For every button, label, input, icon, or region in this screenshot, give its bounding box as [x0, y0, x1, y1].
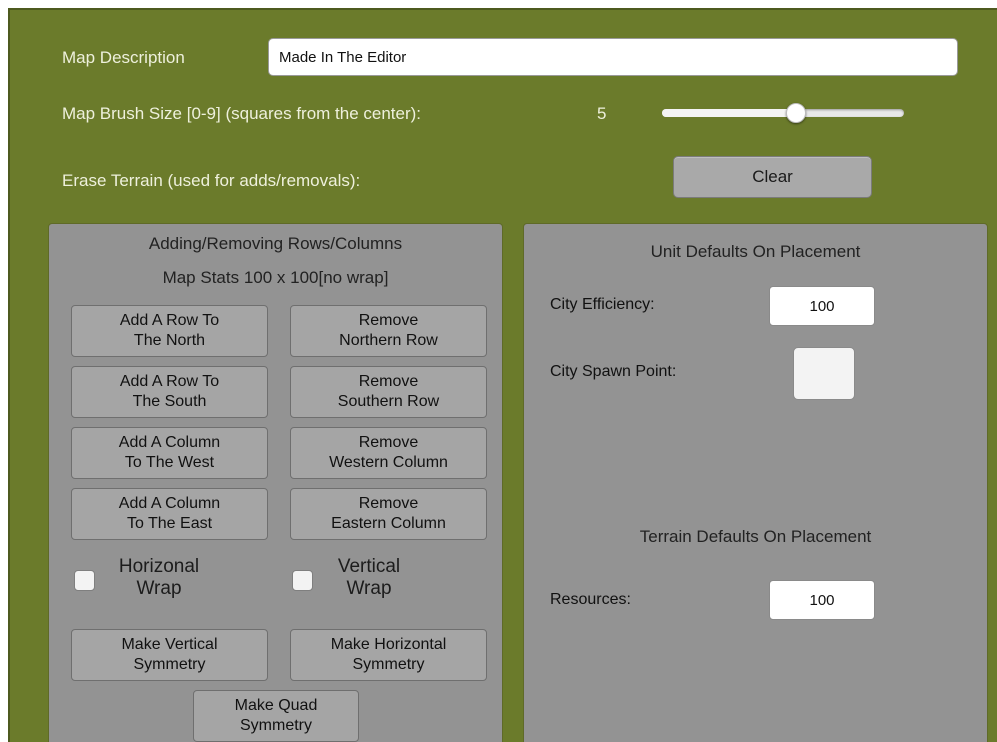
slider-knob[interactable] [786, 103, 806, 123]
rows-panel-title: Adding/Removing Rows/Columns [148, 234, 403, 253]
rows-columns-panel: Adding/Removing Rows/Columns Map Stats 1… [48, 223, 503, 742]
vertical-symmetry-button[interactable]: Make Vertical Symmetry [71, 629, 268, 681]
button-label: Add A Row To The South [119, 373, 220, 410]
horizontal-wrap-checkbox[interactable] [74, 570, 95, 591]
remove-northern-row-button[interactable]: Remove Northern Row [290, 305, 487, 357]
map-description-label: Map Description [62, 48, 185, 67]
clear-button[interactable]: Clear [673, 156, 872, 198]
add-column-west-button[interactable]: Add A Column To The West [71, 427, 268, 479]
city-efficiency-input[interactable]: 100 [769, 286, 875, 326]
button-label: Add A Column To The West [118, 434, 221, 471]
add-row-north-button[interactable]: Add A Row To The North [71, 305, 268, 357]
add-row-south-button[interactable]: Add A Row To The South [71, 366, 268, 418]
unit-defaults-title: Unit Defaults On Placement [650, 242, 861, 261]
brush-size-slider[interactable] [662, 103, 904, 123]
slider-fill [662, 109, 796, 117]
remove-eastern-column-button[interactable]: Remove Eastern Column [290, 488, 487, 540]
map-editor-window: Map Description Made In The Editor Map B… [8, 8, 997, 742]
terrain-defaults-title: Terrain Defaults On Placement [639, 527, 872, 546]
city-efficiency-label: City Efficiency: [550, 296, 655, 313]
add-column-east-button[interactable]: Add A Column To The East [71, 488, 268, 540]
brush-size-value: 5 [597, 104, 607, 123]
erase-terrain-label: Erase Terrain (used for adds/removals): [62, 171, 361, 190]
remove-southern-row-button[interactable]: Remove Southern Row [290, 366, 487, 418]
resources-input[interactable]: 100 [769, 580, 875, 620]
map-stats: Map Stats 100 x 100[no wrap] [162, 268, 389, 287]
remove-western-column-button[interactable]: Remove Western Column [290, 427, 487, 479]
button-label: Remove Western Column [329, 434, 448, 471]
button-label: Make Quad Symmetry [234, 697, 318, 734]
city-spawn-point-checkbox[interactable] [793, 347, 855, 400]
vertical-wrap-label: Vertical Wrap [337, 556, 401, 599]
horizontal-symmetry-button[interactable]: Make Horizontal Symmetry [290, 629, 487, 681]
map-description-input[interactable]: Made In The Editor [268, 38, 958, 76]
button-label: Make Horizontal Symmetry [330, 636, 447, 673]
button-label: Remove Eastern Column [331, 495, 446, 532]
button-label: Make Vertical Symmetry [121, 636, 218, 673]
button-label: Add A Row To The North [119, 312, 220, 349]
button-label: Remove Southern Row [337, 373, 440, 410]
button-label: Remove Northern Row [339, 312, 438, 349]
button-label: Add A Column To The East [118, 495, 221, 532]
horizontal-wrap-label: Horizonal Wrap [118, 556, 200, 599]
brush-size-label: Map Brush Size [0-9] (squares from the c… [62, 104, 422, 123]
quad-symmetry-button[interactable]: Make Quad Symmetry [193, 690, 359, 742]
unit-defaults-panel: Unit Defaults On Placement City Efficien… [523, 223, 988, 742]
resources-label: Resources: [550, 591, 631, 608]
city-spawn-point-label: City Spawn Point: [550, 363, 677, 380]
vertical-wrap-checkbox[interactable] [292, 570, 313, 591]
